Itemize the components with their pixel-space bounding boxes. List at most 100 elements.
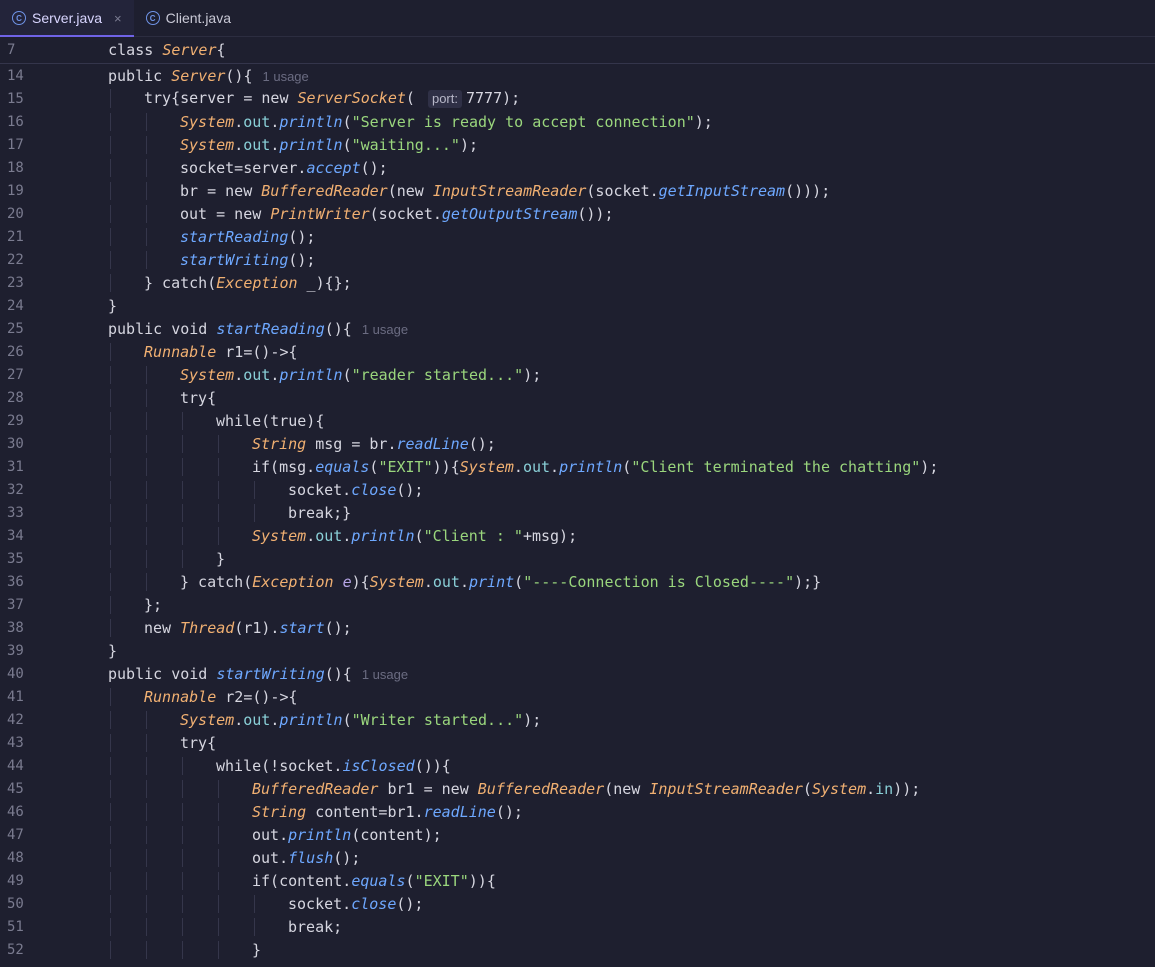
code-line[interactable]: 35} (0, 547, 1155, 570)
code-token: }; (144, 595, 163, 614)
code-line[interactable]: 30 String msg = br.readLine(); (0, 432, 1155, 455)
code-line[interactable]: 19 br = new BufferedReader(new InputStrea… (0, 179, 1155, 202)
code-text: Runnable r1=()->{ (56, 342, 298, 361)
code-line[interactable]: 31 if(msg.equals("EXIT")){System.out.prin… (0, 455, 1155, 478)
code-line[interactable]: 51 break; (0, 915, 1155, 938)
code-line[interactable]: 29 while(true){ (0, 409, 1155, 432)
code-line[interactable]: 17 System.out.println("waiting..."); (0, 133, 1155, 156)
indent-guide (182, 457, 183, 476)
code-line[interactable]: 22 startWriting(); (0, 248, 1155, 271)
indent-guide (218, 871, 219, 890)
code-line[interactable]: 47 out.println(content); (0, 823, 1155, 846)
code-token: accept (306, 158, 361, 177)
indent-guide (110, 917, 111, 936)
indent-guide (146, 940, 147, 959)
code-line[interactable]: 46 String content=br1.readLine(); (0, 800, 1155, 823)
indent-guide (182, 894, 183, 913)
code-token: (){ (324, 319, 352, 338)
indent-guide (218, 848, 219, 867)
code-line[interactable]: 27 System.out.println("reader started..."… (0, 363, 1155, 386)
code-token: )); (893, 779, 921, 798)
code-token: br1 = new (378, 779, 478, 798)
indent-guide (254, 480, 255, 499)
indent-guide (110, 434, 111, 453)
code-line[interactable]: 25 public void startReading(){1 usage (0, 317, 1155, 340)
code-token: try{server = new (144, 89, 298, 107)
code-line[interactable]: 49 if(content.equals("EXIT")){ (0, 869, 1155, 892)
code-token: System (811, 779, 867, 798)
line-number: 16 (7, 113, 24, 130)
usage-hint[interactable]: 1 usage (263, 69, 309, 84)
code-line[interactable]: 34 System.out.println("Client : "+msg); (0, 524, 1155, 547)
code-text: String msg = br.readLine(); (56, 434, 496, 453)
code-line[interactable]: 45 BufferedReader br1 = new BufferedReade… (0, 777, 1155, 800)
code-token: public void (108, 664, 217, 683)
code-token: ); (459, 135, 479, 154)
line-number: 14 (7, 67, 24, 84)
indent-guide (182, 526, 183, 545)
line-number: 29 (7, 412, 24, 429)
code-line[interactable]: 14 public Server(){1 usage (0, 64, 1155, 87)
code-line[interactable]: 26 Runnable r1=()->{ (0, 340, 1155, 363)
indent-guide (110, 940, 111, 959)
indent-guide (110, 733, 111, 752)
line-number: 49 (7, 872, 24, 889)
code-token: ( (514, 572, 524, 591)
code-token: ){ (351, 572, 370, 591)
code-line[interactable]: 21 startReading(); (0, 225, 1155, 248)
code-token: (socket. (369, 204, 442, 223)
usage-hint[interactable]: 1 usage (362, 322, 408, 337)
usage-hint[interactable]: 1 usage (362, 667, 408, 682)
code-token: readLine (423, 802, 496, 821)
code-line[interactable]: 23} catch(Exception _){}; (0, 271, 1155, 294)
code-line[interactable]: 43 try{ (0, 731, 1155, 754)
indent-guide (110, 526, 111, 545)
code-line[interactable]: 52} (0, 938, 1155, 961)
code-token: Thread (180, 618, 235, 637)
line-number: 50 (7, 895, 24, 912)
indent-guide (110, 273, 111, 292)
code-line[interactable]: 38 new Thread(r1).start(); (0, 616, 1155, 639)
code-token: break; (288, 917, 343, 936)
code-line[interactable]: 15 try{server = new ServerSocket( port: 77… (0, 87, 1155, 110)
code-line[interactable]: 42 System.out.println("Writer started..."… (0, 708, 1155, 731)
code-line[interactable]: 36} catch(Exception e){System.out.print(… (0, 570, 1155, 593)
code-line[interactable]: 40 public void startWriting(){1 usage (0, 662, 1155, 685)
code-line[interactable]: 16 System.out.println("Server is ready to… (0, 110, 1155, 133)
code-line[interactable]: 18 socket=server.accept(); (0, 156, 1155, 179)
indent-guide (146, 503, 147, 522)
indent-guide (110, 848, 111, 867)
sticky-scope-header[interactable]: 7 class Server{ (0, 37, 1155, 64)
code-line[interactable]: 37}; (0, 593, 1155, 616)
indent-guide (146, 181, 147, 200)
code-token: out (432, 572, 460, 591)
code-line[interactable]: 33 break;} (0, 501, 1155, 524)
code-line[interactable]: 20 out = new PrintWriter(socket.getOutput… (0, 202, 1155, 225)
code-token: (); (468, 434, 496, 453)
code-line[interactable]: 44 while(!socket.isClosed()){ (0, 754, 1155, 777)
indent-guide (146, 549, 147, 568)
indent-guide (182, 848, 183, 867)
code-token: (){ (225, 66, 253, 85)
code-token: readLine (396, 434, 469, 453)
code-token: "waiting..." (351, 135, 460, 154)
line-number: 23 (7, 274, 24, 291)
code-line[interactable]: 39} (0, 639, 1155, 662)
code-line[interactable]: 41 Runnable r2=()->{ (0, 685, 1155, 708)
indent-guide (146, 434, 147, 453)
code-line[interactable]: 24} (0, 294, 1155, 317)
code-line[interactable]: 48 out.flush(); (0, 846, 1155, 869)
indent-guide (110, 687, 111, 706)
code-token: } (252, 940, 262, 959)
indent-guide (218, 526, 219, 545)
code-token: "EXIT" (414, 871, 469, 890)
indent-guide (110, 112, 111, 131)
line-number: 25 (7, 320, 24, 337)
code-token: "Client terminated the chatting" (631, 457, 921, 476)
code-line[interactable]: 50 socket.close(); (0, 892, 1155, 915)
code-line[interactable]: 28 try{ (0, 386, 1155, 409)
code-token: ( (414, 526, 424, 545)
code-text: if(msg.equals("EXIT")){System.out.printl… (56, 457, 938, 476)
code-line[interactable]: 32 socket.close(); (0, 478, 1155, 501)
code-editor[interactable]: 14 public Server(){1 usage 15 try{server = … (0, 64, 1155, 961)
